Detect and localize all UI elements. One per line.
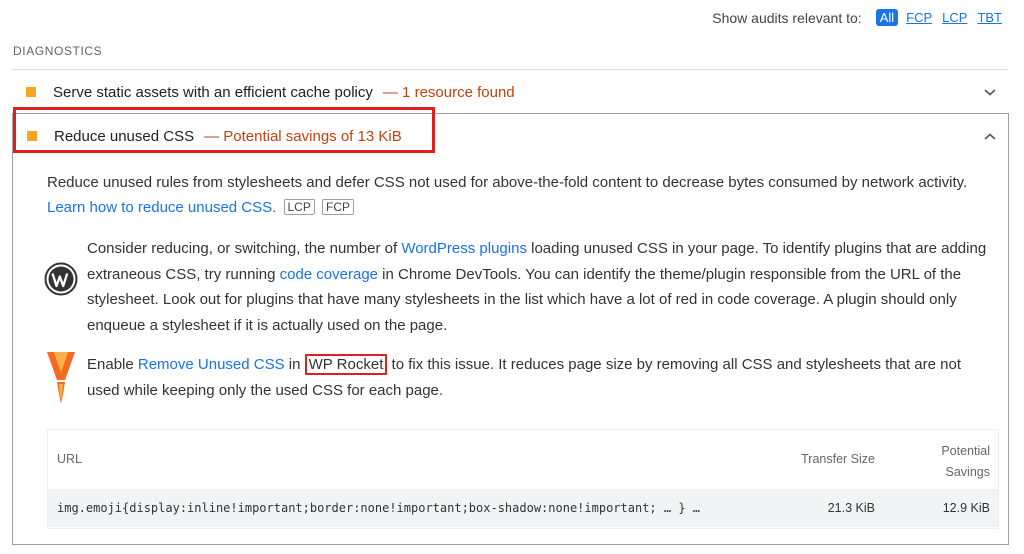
column-header-transfer-size: Transfer Size (801, 452, 875, 466)
audit-unused-css: Reduce unused CSS — Potential savings of… (12, 113, 1009, 545)
cell-transfer-size: 21.3 KiB (827, 501, 875, 515)
stack-pack-text: Enable Remove Unused CSS in WP Rocket to… (87, 352, 992, 403)
column-header-potential-savings: Potential Savings (941, 441, 990, 483)
filter-label: Show audits relevant to: (712, 9, 862, 26)
stack-pack-text: Consider reducing, or switching, the num… (87, 236, 992, 338)
wordpress-plugins-link[interactable]: WordPress plugins (401, 240, 527, 257)
metric-tag-lcp: LCP (283, 199, 315, 215)
text-segment: Consider reducing, or switching, the num… (87, 240, 402, 257)
stack-pack-wp-rocket: Enable Remove Unused CSS in WP Rocket to… (47, 352, 997, 404)
code-coverage-link[interactable]: code coverage (280, 266, 378, 283)
table-header: URL Transfer Size Potential Savings (48, 430, 998, 488)
audit-filter: Show audits relevant to: All FCP LCP TBT (712, 9, 1004, 26)
metric-tag-fcp: FCP (322, 199, 355, 215)
header-line: Savings (945, 465, 990, 479)
audit-header[interactable]: Serve static assets with an efficient ca… (12, 70, 1008, 114)
audit-title: Serve static assets with an efficient ca… (53, 83, 373, 101)
text-segment: in (284, 356, 305, 373)
filter-chip-lcp[interactable]: LCP (940, 10, 969, 25)
stack-pack-wordpress: Consider reducing, or switching, the num… (44, 236, 997, 338)
audit-cache-policy[interactable]: Serve static assets with an efficient ca… (12, 69, 1008, 114)
audit-description: Reduce unused rules from stylesheets and… (47, 170, 997, 220)
text-segment: Enable (87, 356, 138, 373)
wp-rocket-highlight: WP Rocket (304, 354, 388, 375)
audit-header[interactable]: Reduce unused CSS — Potential savings of… (13, 114, 1008, 158)
lighthouse-diagnostics-page: Show audits relevant to: All FCP LCP TBT… (0, 0, 1024, 554)
details-table: URL Transfer Size Potential Savings img.… (47, 429, 999, 529)
chevron-up-icon[interactable] (984, 129, 996, 144)
warning-square-icon (27, 131, 37, 141)
filter-chip-fcp[interactable]: FCP (904, 10, 934, 25)
wordpress-icon (44, 236, 87, 338)
description-text: Reduce unused rules from stylesheets and… (47, 174, 968, 191)
audit-display-value: — Potential savings of 13 KiB (204, 127, 402, 145)
learn-more-link[interactable]: Learn how to reduce unused CSS. (47, 199, 276, 216)
cell-url: img.emoji{display:inline!important;borde… (57, 501, 700, 515)
remove-unused-css-link[interactable]: Remove Unused CSS (138, 356, 285, 373)
wp-rocket-icon (47, 352, 87, 404)
header-line: Potential (941, 444, 990, 458)
filter-chip-all[interactable]: All (875, 9, 899, 26)
audit-display-value: — 1 resource found (382, 83, 515, 101)
table-row: img.emoji{display:inline!important;borde… (48, 489, 998, 527)
filter-chip-tbt[interactable]: TBT (975, 10, 1004, 25)
audit-title: Reduce unused CSS (54, 127, 195, 145)
column-header-url: URL (57, 452, 83, 466)
chevron-down-icon[interactable] (984, 85, 996, 100)
section-title: DIAGNOSTICS (13, 44, 103, 58)
warning-square-icon (26, 87, 36, 97)
cell-potential-savings: 12.9 KiB (942, 501, 990, 515)
